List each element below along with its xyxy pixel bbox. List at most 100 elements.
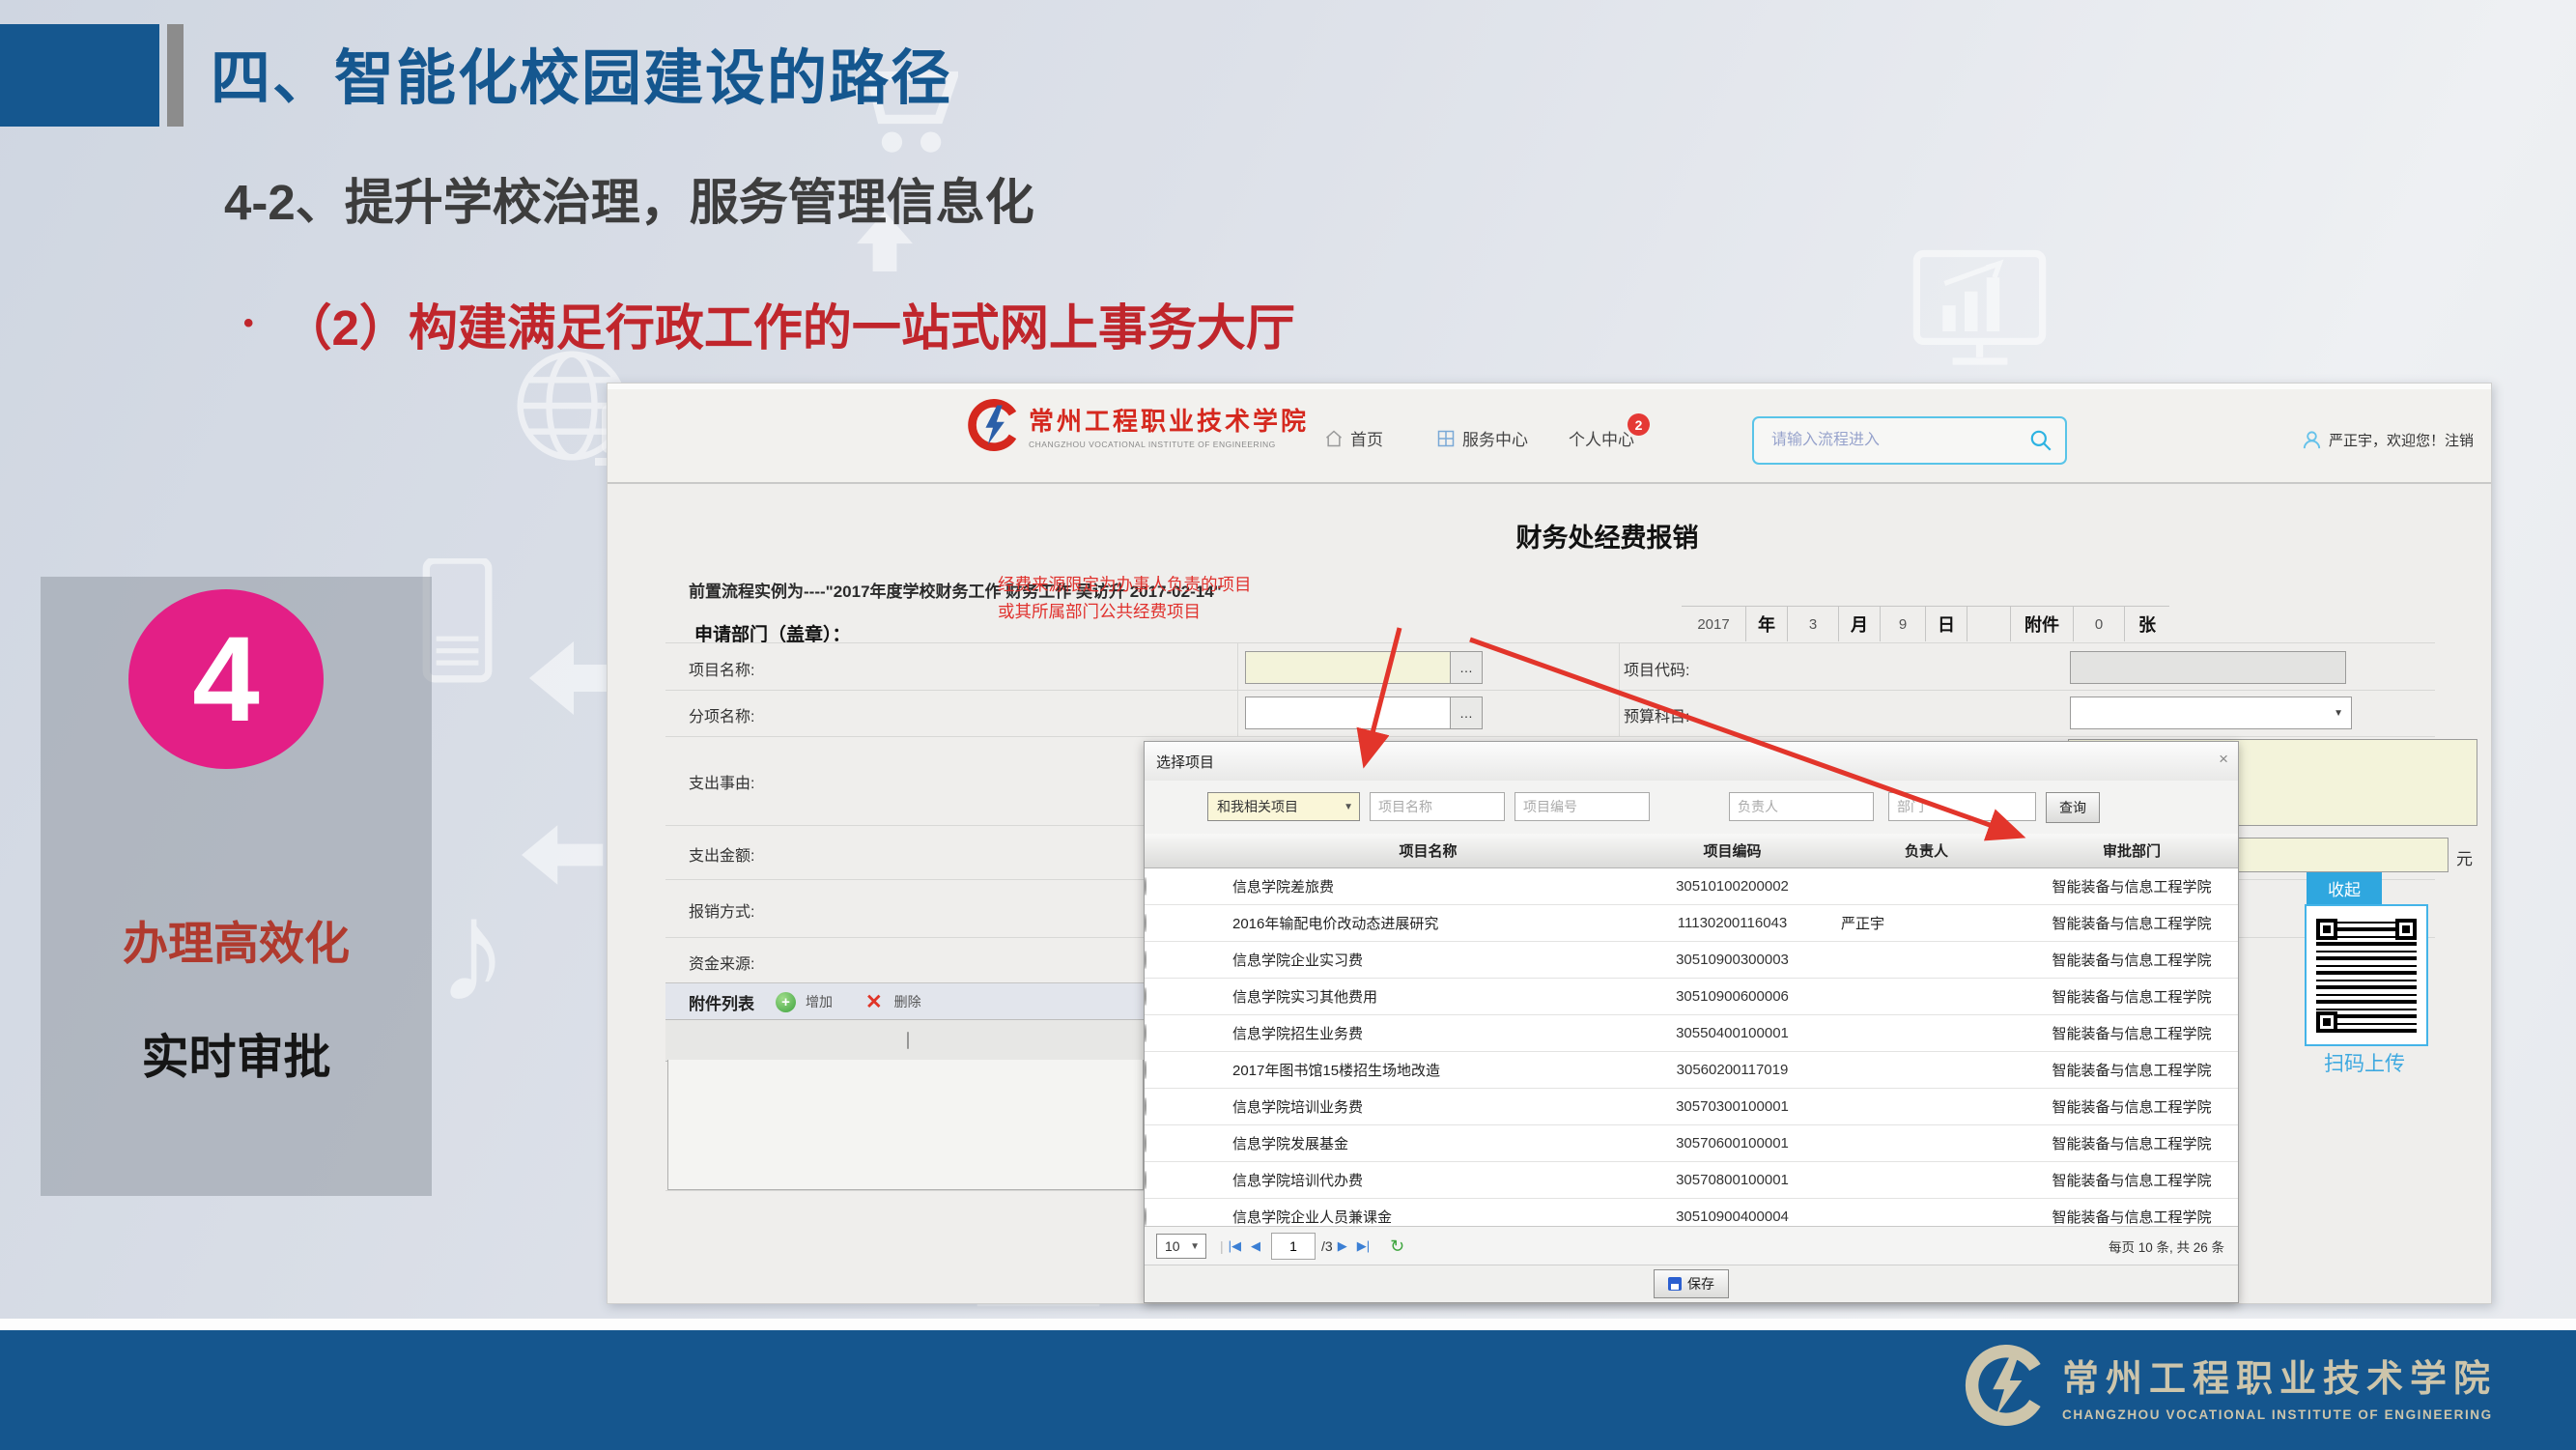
page-title: 财务处经费报销 [1472, 517, 1742, 554]
select-project-dialog: 选择项目 × 和我相关项目 ▼ 查询 项目名称 项目编码 负责人 审批部门 [1144, 741, 2239, 1303]
query-button[interactable]: 查询 [2046, 792, 2100, 823]
dialog-titlebar[interactable]: 选择项目 × [1145, 742, 2238, 782]
user-welcome[interactable]: 严正宇，欢迎您！注销 [2301, 429, 2474, 451]
project-name-input[interactable]: … [1245, 651, 1483, 684]
attach-label: 附件 [2010, 607, 2073, 641]
attachment-add-button[interactable]: 增加 [806, 992, 833, 1011]
table-row[interactable]: 2016年输配电价改动态进展研究 11130200116043 严正宇 智能装备… [1145, 905, 2238, 942]
sub-item-picker-button[interactable]: … [1450, 697, 1482, 728]
col-owner: 负责人 [1827, 840, 2025, 861]
search-input[interactable] [1754, 431, 2028, 450]
grid-icon [1436, 429, 1456, 448]
table-row[interactable]: 信息学院发展基金 30570600100001 智能装备与信息工程学院 [1145, 1125, 2238, 1162]
field-label-expense-amount: 支出金额: [689, 842, 754, 866]
nav-services-label: 服务中心 [1462, 426, 1528, 450]
first-page-icon[interactable]: |◀ [1229, 1238, 1241, 1254]
next-page-icon[interactable]: ▶ [1338, 1238, 1347, 1254]
chevron-down-icon: ▼ [2334, 697, 2351, 728]
radio-icon[interactable] [1145, 1171, 1146, 1189]
sub-item-input[interactable]: … [1245, 697, 1483, 729]
slide: ♪ 四、智能化校园建设的路径 4-2、提升学校治理，服务管理信息化 • （2）构… [0, 0, 2576, 1450]
page-number-input[interactable] [1271, 1233, 1316, 1260]
dialog-filter-bar: 和我相关项目 ▼ 查询 [1145, 781, 2238, 835]
notification-badge: 2 [1628, 413, 1650, 436]
dialog-table-header: 项目名称 项目编码 负责人 审批部门 [1145, 834, 2238, 868]
dialog-save-bar: 保存 [1145, 1265, 2238, 1302]
table-row[interactable]: 信息学院实习其他费用 30510900600006 智能装备与信息工程学院 [1145, 979, 2238, 1015]
search-icon[interactable] [2028, 428, 2053, 453]
field-label-reimburse-method: 报销方式: [689, 898, 754, 922]
red-annotation: 经费来源限定为办事人负责的项目 或其所属部门公共经费项目 [998, 571, 1252, 625]
select-all-checkbox[interactable] [907, 1032, 909, 1049]
project-name-picker-button[interactable]: … [1450, 652, 1482, 683]
delete-icon[interactable]: ✕ [865, 990, 883, 1014]
filter-project-name-input[interactable] [1370, 792, 1505, 821]
table-row[interactable]: 信息学院差旅费 30510100200002 智能装备与信息工程学院 [1145, 868, 2238, 905]
radio-icon[interactable] [1145, 914, 1146, 932]
field-label-budget-subject: 预算科目: [1624, 703, 1689, 726]
left-arrow-small-icon [522, 823, 604, 887]
date-month-unit: 月 [1838, 607, 1880, 641]
radio-icon[interactable] [1145, 877, 1146, 896]
school-logo-en: CHANGZHOU VOCATIONAL INSTITUTE OF ENGINE… [1029, 440, 1309, 449]
table-row[interactable]: 2017年图书馆15楼招生场地改造 30560200117019 智能装备与信息… [1145, 1052, 2238, 1089]
radio-icon[interactable] [1145, 1024, 1146, 1042]
title-accent-rect [0, 24, 159, 127]
radio-icon[interactable] [1145, 1061, 1146, 1079]
nav-personal[interactable]: 个人中心 2 [1569, 426, 1634, 450]
table-row[interactable]: 信息学院企业实习费 30510900300003 智能装备与信息工程学院 [1145, 942, 2238, 979]
footer-school-cn: 常州工程职业技术学院 [2062, 1349, 2497, 1402]
filter-project-code-input[interactable] [1514, 792, 1650, 821]
attachment-delete-button[interactable]: 删除 [894, 992, 921, 1011]
school-logo: 常州工程职业技术学院 CHANGZHOU VOCATIONAL INSTITUT… [967, 399, 1309, 451]
radio-icon[interactable] [1145, 987, 1146, 1006]
qr-scan-hint: 扫码上传 [2305, 1048, 2424, 1077]
nav-home[interactable]: 首页 [1324, 426, 1383, 450]
attachment-toolbar: 附件列表 + 增加 ✕ 删除 [665, 982, 1144, 1020]
process-search-box[interactable] [1752, 416, 2067, 465]
project-code-input[interactable] [2070, 651, 2346, 684]
date-day-unit: 日 [1925, 607, 1967, 641]
footer-school-en: CHANGZHOU VOCATIONAL INSTITUTE OF ENGINE… [2062, 1407, 2497, 1422]
nav-personal-label: 个人中心 [1569, 426, 1634, 450]
divider [1237, 642, 1238, 736]
table-row[interactable]: 信息学院培训业务费 30570300100001 智能装备与信息工程学院 [1145, 1089, 2238, 1125]
date-year: 2017 [1682, 607, 1745, 641]
attachment-list-label: 附件列表 [689, 990, 754, 1014]
refresh-icon[interactable]: ↻ [1390, 1237, 1404, 1257]
radio-icon[interactable] [1145, 1208, 1146, 1226]
prev-page-icon[interactable]: ◀ [1251, 1238, 1260, 1254]
attach-count: 0 [2073, 607, 2124, 641]
radio-icon[interactable] [1145, 1134, 1146, 1152]
divider [1619, 642, 1620, 736]
filter-dept-input[interactable] [1888, 792, 2036, 821]
budget-subject-select[interactable]: ▼ [2070, 697, 2352, 729]
save-button-label: 保存 [1687, 1274, 1714, 1294]
last-page-icon[interactable]: ▶| [1357, 1238, 1370, 1254]
date-month: 3 [1787, 607, 1838, 641]
radio-icon[interactable] [1145, 951, 1146, 969]
monitor-chart-icon [1905, 247, 2054, 383]
date-year-unit: 年 [1745, 607, 1787, 641]
slide-bullet: • （2）构建满足行政工作的一站式网上事务大厅 [243, 288, 1295, 359]
table-row[interactable]: 信息学院招生业务费 30550400100001 智能装备与信息工程学院 [1145, 1015, 2238, 1052]
school-logo-cn: 常州工程职业技术学院 [1029, 402, 1309, 438]
qr-collapse-tab[interactable]: 收起 [2307, 872, 2382, 904]
title-accent-bar [167, 24, 184, 127]
field-label-sub-item: 分项名称: [689, 703, 754, 726]
qr-finder-icon [2316, 1011, 2337, 1033]
user-icon [2301, 429, 2323, 451]
page-size-select[interactable]: 10 ▼ [1156, 1234, 1206, 1259]
table-row[interactable]: 信息学院培训代办费 30570800100001 智能装备与信息工程学院 [1145, 1162, 2238, 1199]
slide-subtitle: 4-2、提升学校治理，服务管理信息化 [224, 162, 1034, 234]
close-icon[interactable]: × [2219, 750, 2228, 769]
save-button[interactable]: 保存 [1654, 1269, 1729, 1298]
save-icon [1668, 1277, 1682, 1291]
filter-owner-input[interactable] [1729, 792, 1874, 821]
attachment-table-body [667, 1060, 1144, 1190]
add-icon[interactable]: + [776, 992, 796, 1012]
radio-icon[interactable] [1145, 1097, 1146, 1116]
nav-home-label: 首页 [1350, 426, 1383, 450]
scope-select[interactable]: 和我相关项目 ▼ [1207, 792, 1360, 821]
nav-services[interactable]: 服务中心 [1436, 426, 1528, 450]
